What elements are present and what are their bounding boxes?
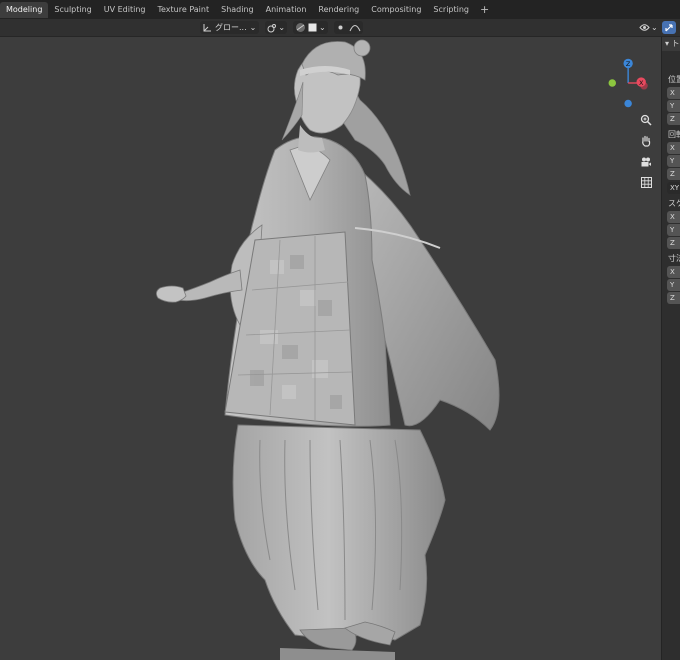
tab-shading[interactable]: Shading xyxy=(215,2,260,18)
hand-icon xyxy=(642,135,651,147)
dimensions-x-field[interactable]: X xyxy=(667,266,680,278)
snap-toggle-icon[interactable] xyxy=(295,22,306,33)
dimensions-y-field[interactable]: Y xyxy=(667,279,680,291)
rotation-z-field[interactable]: Z xyxy=(667,168,680,180)
rotation-y-field[interactable]: Y xyxy=(667,155,680,167)
eye-icon xyxy=(639,24,650,31)
location-y-field[interactable]: Y xyxy=(667,100,680,112)
orientation-axis-icon xyxy=(203,24,211,32)
visibility-dropdown[interactable]: ⌄ xyxy=(637,21,660,34)
character-mesh xyxy=(156,39,500,660)
rotation-x-field[interactable]: X xyxy=(667,142,680,154)
viewport-header: グロー... ⌄ ⌄ ⌄ ⌄ xyxy=(0,19,680,37)
rotation-mode-dropdown[interactable]: XY xyxy=(667,182,680,194)
chevron-down-icon: ⌄ xyxy=(319,23,326,32)
chevron-down-icon: ⌄ xyxy=(278,23,286,32)
proportional-editing-group xyxy=(333,21,363,34)
zoom-button[interactable] xyxy=(636,111,656,129)
3d-viewport[interactable]: Z X xyxy=(0,37,661,660)
falloff-curve-icon[interactable] xyxy=(349,23,361,32)
grid-icon xyxy=(640,176,652,188)
gizmo-z-label: Z xyxy=(626,60,631,68)
sidebar-header[interactable]: ▾ ト xyxy=(662,37,680,51)
scale-z-field[interactable]: Z xyxy=(667,237,680,249)
scale-y-field[interactable]: Y xyxy=(667,224,680,236)
tab-scripting[interactable]: Scripting xyxy=(427,2,475,18)
workspace-bar: Modeling Sculpting UV Editing Texture Pa… xyxy=(0,0,680,19)
pivot-point-dropdown[interactable]: ⌄ xyxy=(265,21,288,34)
location-x-field[interactable]: X xyxy=(667,87,680,99)
tab-rendering[interactable]: Rendering xyxy=(312,2,365,18)
snap-group: ⌄ xyxy=(293,21,328,34)
transform-orientation-group: グロー... ⌄ ⌄ ⌄ xyxy=(200,21,363,34)
transform-orientation-dropdown[interactable]: グロー... ⌄ xyxy=(200,21,260,34)
properties-sidebar[interactable]: ▾ ト 位置 X Y Z 回転 X Y Z XY スケ X Y Z 寸法 X Y… xyxy=(661,37,680,660)
scale-label: スケ xyxy=(668,199,680,208)
ortho-toggle-button[interactable] xyxy=(636,173,656,191)
camera-view-button[interactable] xyxy=(636,153,656,171)
rotation-label: 回転 xyxy=(668,130,680,139)
collapse-arrow-icon[interactable]: ▾ xyxy=(665,39,669,48)
sidebar-header-label: ト xyxy=(671,39,680,48)
workspace-tabs: Modeling Sculpting UV Editing Texture Pa… xyxy=(0,2,494,18)
add-workspace-button[interactable]: + xyxy=(475,2,494,18)
chevron-down-icon: ⌄ xyxy=(651,23,658,32)
snap-increment-icon[interactable] xyxy=(308,23,317,32)
gizmo-toggle-button[interactable] xyxy=(661,21,676,34)
gizmo-x-label: X xyxy=(639,79,644,87)
tab-animation[interactable]: Animation xyxy=(260,2,313,18)
tab-texture-paint[interactable]: Texture Paint xyxy=(151,2,215,18)
scale-x-field[interactable]: X xyxy=(667,211,680,223)
overlay-group: ⌄ xyxy=(637,21,676,34)
dimensions-z-field[interactable]: Z xyxy=(667,292,680,304)
pivot-point-icon xyxy=(267,23,277,32)
gizmo-arrows-icon xyxy=(665,23,673,31)
tab-uv-editing[interactable]: UV Editing xyxy=(98,2,152,18)
chevron-down-icon: ⌄ xyxy=(249,23,257,32)
camera-icon xyxy=(641,157,651,167)
pan-button[interactable] xyxy=(636,132,656,150)
tab-sculpting[interactable]: Sculpting xyxy=(48,2,97,18)
transform-orientation-label: グロー... xyxy=(215,23,247,32)
proportional-editing-icon[interactable] xyxy=(336,23,345,32)
tab-modeling[interactable]: Modeling xyxy=(0,2,49,18)
dimensions-label: 寸法 xyxy=(668,254,680,263)
location-label: 位置 xyxy=(668,75,680,84)
location-z-field[interactable]: Z xyxy=(667,113,680,125)
zoom-icon xyxy=(640,114,652,126)
tab-compositing[interactable]: Compositing xyxy=(365,2,427,18)
